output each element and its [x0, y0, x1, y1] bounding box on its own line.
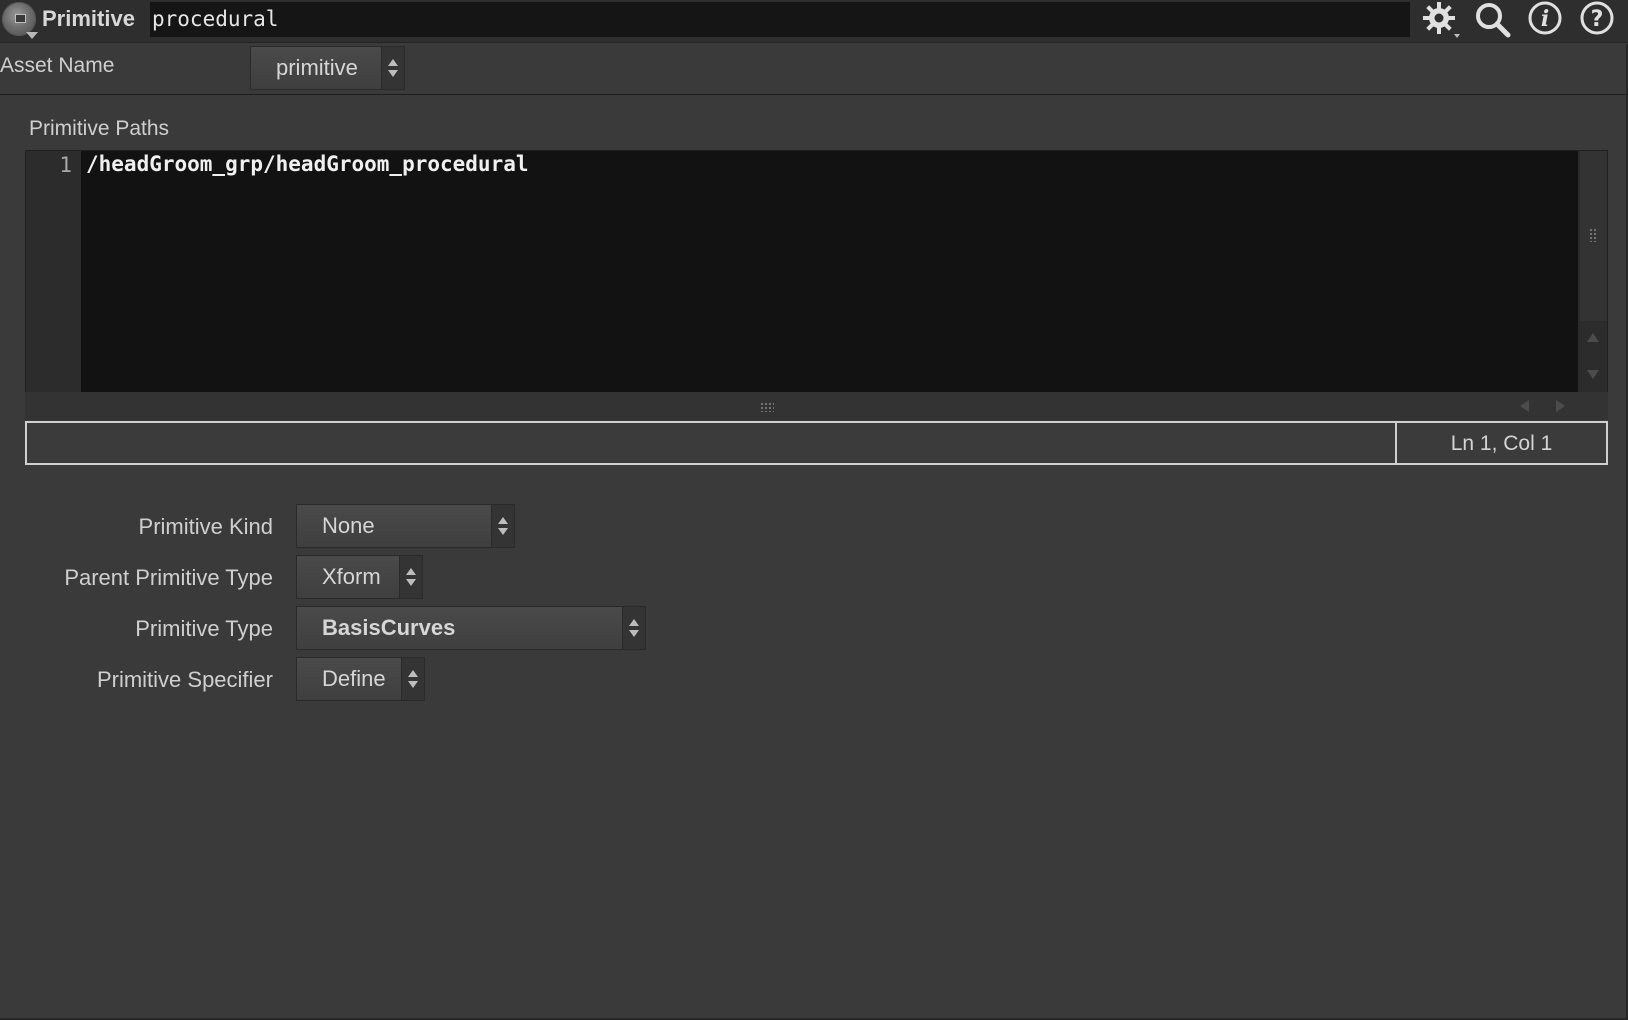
parent-primitive-type-label: Parent Primitive Type [64, 565, 273, 590]
updown-arrows-icon [622, 607, 645, 649]
updown-arrows-icon [491, 505, 514, 547]
svg-text:i: i [1541, 6, 1549, 32]
code-text-area[interactable] [81, 151, 1578, 392]
svg-text:?: ? [1591, 7, 1604, 32]
asset-name-label: Asset Name [0, 54, 115, 77]
line-number: 1 [59, 153, 72, 177]
primitive-kind-dropdown[interactable]: None [296, 504, 515, 548]
resize-grip-icon[interactable] [1589, 228, 1597, 242]
asset-name-value: primitive [276, 55, 358, 80]
section-divider [0, 94, 1628, 95]
search-icon[interactable] [1472, 0, 1514, 40]
parent-primitive-type-dropdown[interactable]: Xform [296, 555, 423, 599]
updown-arrows-icon [381, 47, 404, 89]
cursor-position: Ln 1, Col 1 [1450, 432, 1553, 455]
updown-arrows-icon [401, 658, 424, 700]
node-glyph [15, 14, 26, 23]
updown-arrows-icon [399, 556, 422, 598]
asset-name-dropdown[interactable]: primitive [250, 46, 405, 90]
scroll-right-arrow-icon[interactable] [1556, 400, 1565, 412]
scroll-down-arrow-icon[interactable] [1587, 370, 1599, 379]
info-icon[interactable]: i [1524, 0, 1566, 40]
editor-status-bar [25, 421, 1608, 465]
asset-name-row [0, 44, 1628, 95]
node-name-field[interactable]: procedural [150, 2, 1410, 37]
primitive-paths-label: Primitive Paths [29, 117, 170, 140]
primitive-kind-label: Primitive Kind [138, 514, 273, 539]
help-icon[interactable]: ? [1576, 0, 1618, 40]
primitive-specifier-label: Primitive Specifier [96, 667, 273, 692]
line-number-gutter [26, 151, 81, 392]
node-menu-arrow-icon [26, 32, 38, 39]
primitive-specifier-dropdown[interactable]: Define [296, 657, 425, 701]
primitive-node-icon[interactable] [2, 2, 38, 39]
primitive-specifier-value: Define [322, 666, 386, 691]
parent-primitive-type-value: Xform [322, 564, 381, 589]
primitive-type-dropdown[interactable]: BasisCurves [296, 606, 646, 650]
primitive-type-label: Primitive Type [135, 616, 273, 641]
primitive-type-value: BasisCurves [322, 615, 456, 640]
node-type-label: Primitive [42, 6, 135, 31]
code-line[interactable]: /headGroom_grp/headGroom_procedural [86, 152, 529, 176]
gear-icon[interactable] [1420, 0, 1462, 40]
editor-resize-handle[interactable] [760, 402, 774, 412]
primitive-kind-value: None [322, 513, 375, 538]
scroll-left-arrow-icon[interactable] [1520, 400, 1529, 412]
scroll-up-arrow-icon[interactable] [1587, 333, 1599, 342]
horizontal-scrollbar[interactable] [25, 392, 1608, 420]
